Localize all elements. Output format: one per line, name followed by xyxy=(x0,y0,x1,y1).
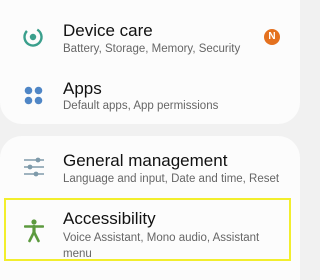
device-care-subtitle: Battery, Storage, Memory, Security xyxy=(63,43,241,55)
device-care-icon xyxy=(22,26,44,53)
apps-subtitle: Default apps, App permissions xyxy=(63,100,219,112)
apps-title: Apps xyxy=(63,79,102,98)
apps-icon xyxy=(24,86,44,111)
settings-item-apps[interactable]: Apps Default apps, App permissions xyxy=(0,72,300,122)
settings-item-general-management[interactable]: General management Language and input, D… xyxy=(0,142,300,194)
selection-highlight xyxy=(4,198,291,261)
general-management-subtitle: Language and input, Date and time, Reset xyxy=(63,173,280,185)
sliders-icon xyxy=(23,157,45,182)
new-badge: N xyxy=(264,29,280,45)
settings-item-device-care[interactable]: Device care Battery, Storage, Memory, Se… xyxy=(0,12,300,68)
device-care-title: Device care xyxy=(63,21,153,40)
general-management-title: General management xyxy=(63,151,228,170)
